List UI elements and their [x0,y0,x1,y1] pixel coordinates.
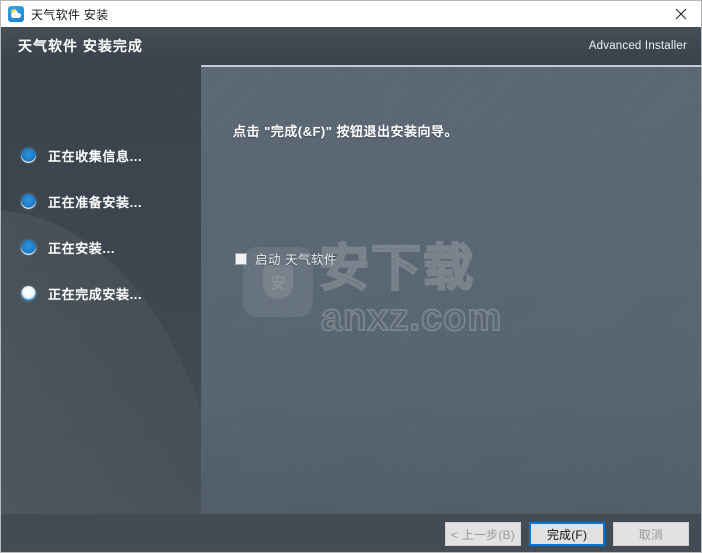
close-button[interactable] [659,1,701,26]
sidebar-item-label: 正在完成安装... [48,286,143,302]
sidebar-item-collect-info: 正在收集信息... [1,139,201,171]
sidebar-item-label: 正在收集信息... [48,148,143,164]
watermark-shield-glyph: 安 [263,265,293,299]
main-panel: 点击 "完成(&F)" 按钮退出安装向导。 安 安下载 anxz.com 启动 … [201,65,701,514]
launch-app-checkbox[interactable] [235,252,247,265]
launch-app-row[interactable]: 启动 天气软件 [235,249,337,268]
cloud-icon-part [11,11,21,18]
installer-window: 天气软件 安装 天气软件 安装完成 Advanced Installer 正在收… [0,0,702,553]
page-title: 天气软件 安装完成 [18,38,143,54]
step-bullet-icon [21,147,36,163]
sidebar-item-label: 正在安装... [48,240,116,256]
weather-app-icon [8,6,24,22]
sidebar-item-finishing-install: 正在完成安装... [1,277,201,309]
watermark-title: 安下载 [318,240,475,296]
back-button[interactable]: < 上一步(B) [445,522,521,546]
window-title: 天气软件 安装 [31,7,109,22]
step-bullet-icon-active [21,285,36,301]
sidebar-item-prepare-install: 正在准备安装... [1,185,201,217]
close-icon [675,8,687,19]
footer-bar: < 上一步(B) 完成(F) 取消 [1,514,701,552]
titlebar: 天气软件 安装 [1,1,701,27]
step-bullet-icon [21,239,36,255]
finish-button[interactable]: 完成(F) [529,522,605,546]
brand-label: Advanced Installer [588,40,687,52]
completion-message: 点击 "完成(&F)" 按钮退出安装向导。 [233,124,459,139]
footer-button-group: < 上一步(B) 完成(F) 取消 [445,522,689,546]
body-area: 正在收集信息... 正在准备安装... 正在安装... 正在完成安装... 点击… [1,65,701,514]
watermark-domain: anxz.com [320,297,503,339]
header-banner: 天气软件 安装完成 Advanced Installer [1,27,701,65]
cancel-button[interactable]: 取消 [613,522,689,546]
sidebar-item-label: 正在准备安装... [48,194,143,210]
launch-app-label: 启动 天气软件 [255,253,337,267]
sidebar-item-installing: 正在安装... [1,231,201,263]
sidebar: 正在收集信息... 正在准备安装... 正在安装... 正在完成安装... [1,65,201,514]
step-bullet-icon [21,193,36,209]
step-list: 正在收集信息... 正在准备安装... 正在安装... 正在完成安装... [1,139,201,323]
